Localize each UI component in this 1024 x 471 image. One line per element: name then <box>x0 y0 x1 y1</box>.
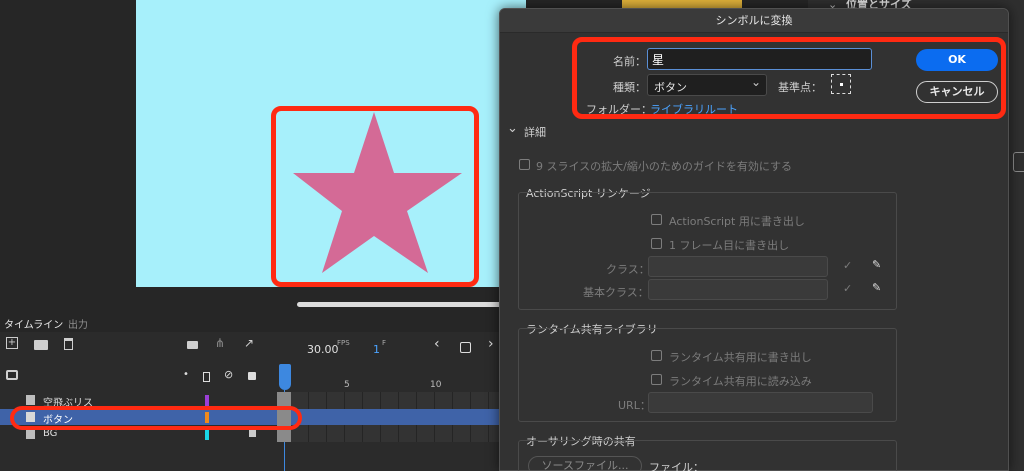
url-label: URL： <box>618 399 651 412</box>
layers-stack-icon <box>6 370 18 380</box>
layer-depth-icon[interactable]: ⋔ <box>215 336 225 350</box>
runtime-export-checkbox[interactable] <box>651 350 662 361</box>
outline-icon[interactable] <box>203 372 210 382</box>
as-export-label: ActionScript 用に書き出し <box>669 215 805 228</box>
pencil-icon[interactable]: ✎ <box>872 281 881 294</box>
folder-icon[interactable] <box>34 340 48 350</box>
pasteboard <box>0 0 136 300</box>
stage-scrollbar[interactable] <box>297 302 507 307</box>
timeline-tabbar: タイムライン 出力 <box>0 312 500 332</box>
url-input[interactable] <box>648 392 873 413</box>
nine-slice-label: 9 スライスの拡大/縮小のためのガイドを有効にする <box>536 160 792 173</box>
graph-icon[interactable]: ↗ <box>244 336 254 350</box>
animate-window: ⌄ 位置とサイズ タイムライン 出力 + ⋔ ↗ 30.00 FPS 1 F ‹… <box>0 0 1024 471</box>
frame-unit: F <box>382 339 387 347</box>
lock-icon[interactable] <box>249 430 256 437</box>
eye-hidden-icon[interactable]: ⊘ <box>224 368 233 381</box>
base-class-label: 基本クラス： <box>583 286 649 299</box>
layer-color <box>205 395 209 406</box>
timeline-panel: タイムライン 出力 + ⋔ ↗ 30.00 FPS 1 F ‹ › • ⊘ 5 … <box>0 312 500 471</box>
chevron-down-icon[interactable]: ⌄ <box>507 121 518 136</box>
fps-value[interactable]: 30.00 <box>307 343 339 356</box>
base-class-input[interactable] <box>648 279 828 300</box>
playhead[interactable] <box>279 364 291 390</box>
layer-color <box>205 429 209 440</box>
layer-icon <box>26 429 35 439</box>
tab-timeline[interactable]: タイムライン <box>4 316 63 331</box>
star-shape[interactable] <box>290 110 465 276</box>
runtime-import-checkbox[interactable] <box>651 374 662 385</box>
layer-highlight <box>10 406 302 430</box>
ruler-mark-10: 10 <box>430 380 442 390</box>
first-frame-label: 1 フレーム目に書き出し <box>669 239 790 252</box>
tab-output[interactable]: 出力 <box>68 316 88 331</box>
dialog-title: シンボルに変換 <box>500 9 1008 33</box>
as-export-checkbox[interactable] <box>651 214 662 225</box>
fps-unit: FPS <box>337 339 350 347</box>
next-frame-icon[interactable]: › <box>488 336 494 352</box>
settings-highlight <box>572 37 1006 119</box>
nine-slice-checkbox[interactable] <box>519 159 530 170</box>
highlight-dot-icon[interactable]: • <box>183 369 189 380</box>
convert-to-symbol-dialog: シンボルに変換 名前： 種類： ボタン ⌄ 基準点： フォルダー： ライブラリル… <box>499 8 1009 471</box>
pencil-icon[interactable]: ✎ <box>872 258 881 271</box>
layer-icon <box>26 395 35 405</box>
current-frame[interactable]: 1 <box>373 343 380 356</box>
check-icon[interactable]: ✓ <box>843 259 852 272</box>
runtime-import-label: ランタイム共有用に読み込み <box>669 375 812 388</box>
frames-ruler: 5 10 <box>277 366 500 390</box>
source-file-button[interactable]: ソースファイル... <box>528 456 642 471</box>
lock-icon[interactable] <box>248 372 256 380</box>
file-label: ファイル： <box>649 461 704 471</box>
first-frame-checkbox[interactable] <box>651 238 662 249</box>
trash-icon[interactable] <box>64 338 73 350</box>
class-label: クラス： <box>606 263 650 276</box>
camera-icon[interactable] <box>187 341 198 349</box>
frame-grid-selected[interactable] <box>291 409 500 425</box>
add-layer-icon[interactable]: + <box>6 337 18 349</box>
details-toggle[interactable]: 詳細 <box>524 124 546 140</box>
runtime-export-label: ランタイム共有用に書き出し <box>669 351 812 364</box>
stop-icon[interactable] <box>460 342 471 353</box>
ruler-mark-5: 5 <box>344 380 350 390</box>
class-input[interactable] <box>648 256 828 277</box>
panel-input[interactable] <box>1013 152 1024 172</box>
check-icon[interactable]: ✓ <box>843 282 852 295</box>
prev-frame-icon[interactable]: ‹ <box>434 336 440 352</box>
